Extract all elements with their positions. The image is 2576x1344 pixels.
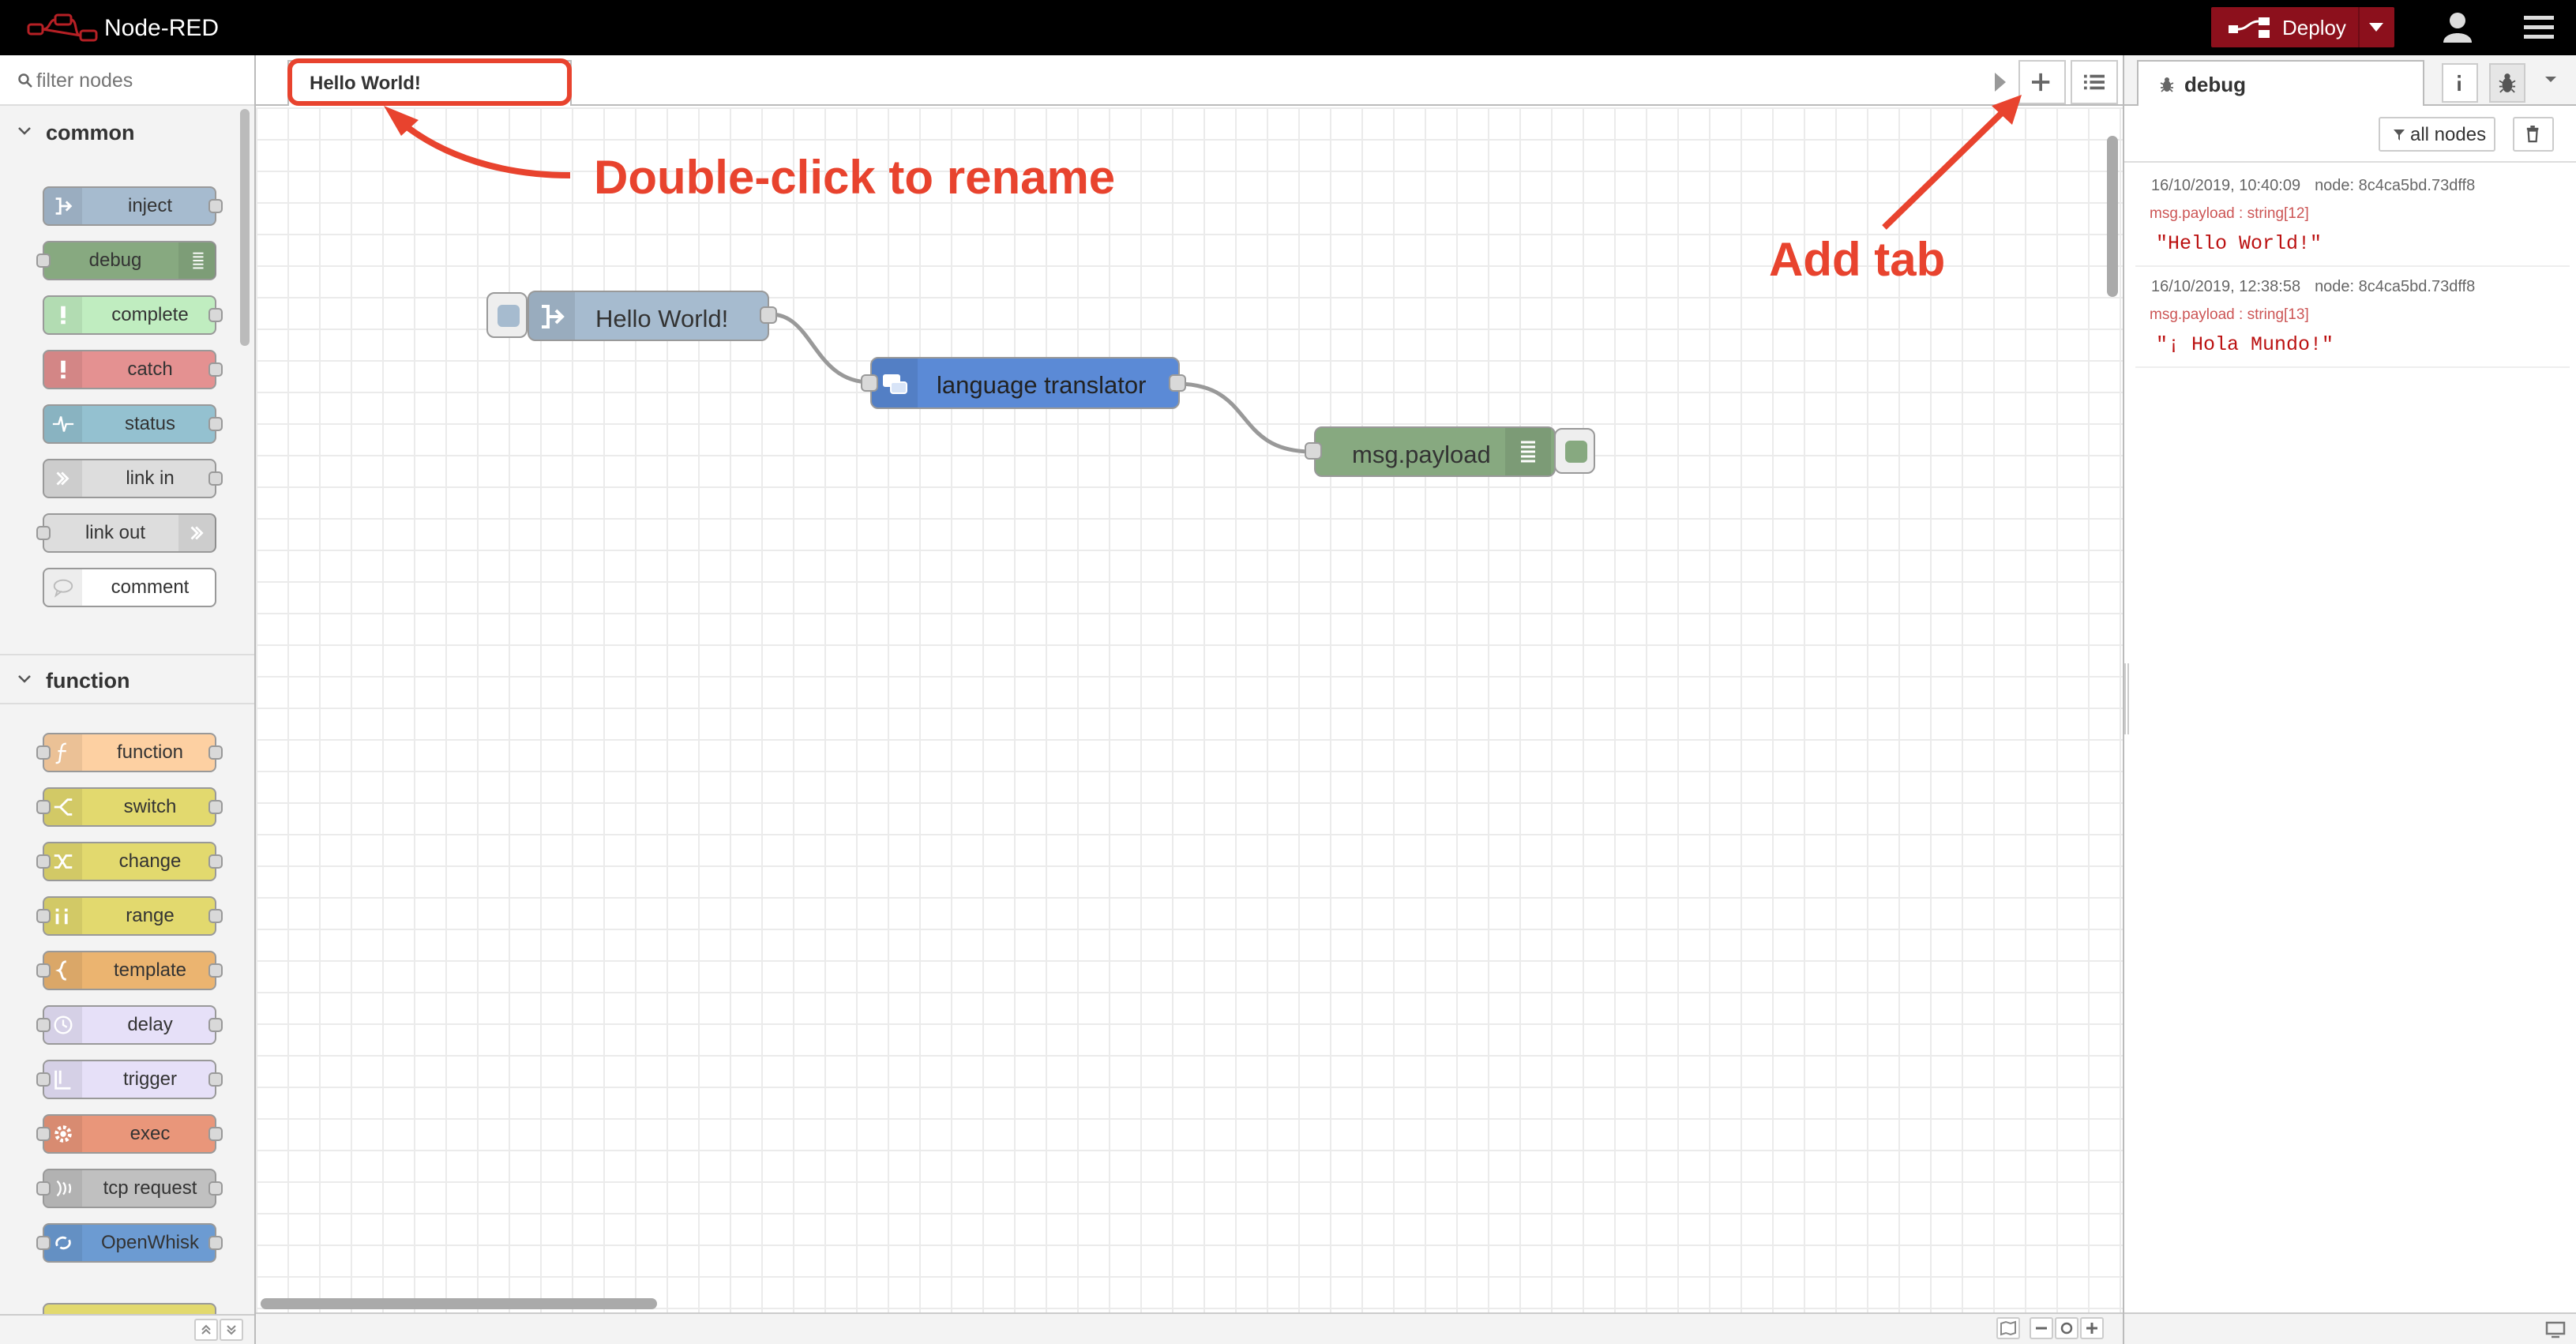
canvas-horizontal-scrollbar[interactable] xyxy=(261,1298,657,1309)
minus-icon xyxy=(2036,1327,2047,1330)
rename-annotation: Double-click to rename xyxy=(594,151,1116,204)
caret-down-icon[interactable] xyxy=(2543,74,2559,85)
zoom-in-button[interactable] xyxy=(2080,1317,2104,1339)
output-port[interactable] xyxy=(1169,374,1186,392)
inject-trigger-button[interactable] xyxy=(486,292,528,338)
debug-tab-button[interactable] xyxy=(2489,63,2525,103)
info-icon xyxy=(2458,74,2461,92)
circle-icon xyxy=(2060,1322,2073,1335)
filter-all-nodes-button[interactable]: all nodes xyxy=(2379,117,2495,152)
message-node-id[interactable]: node: 8c4ca5bd.73dff8 xyxy=(2315,278,2475,295)
message-value[interactable]: "Hello World!" xyxy=(2156,232,2322,255)
message-meta: 16/10/2019, 12:38:58 node: 8c4ca5bd.73dff… xyxy=(2151,278,2475,296)
filter-label: all nodes xyxy=(2410,124,2487,145)
tab-debug[interactable]: debug xyxy=(2137,60,2424,106)
sidebar-footer xyxy=(2124,1312,2576,1344)
monitor-icon[interactable] xyxy=(2544,1320,2567,1339)
input-port[interactable] xyxy=(861,374,878,392)
flow-node-language-translator[interactable]: language translator xyxy=(870,357,1180,409)
message-topic: msg.payload : string[12] xyxy=(2150,205,2309,222)
arrow-in-icon xyxy=(529,292,575,340)
output-port[interactable] xyxy=(760,306,777,324)
message-meta: 16/10/2019, 10:40:09 node: 8c4ca5bd.73dff… xyxy=(2151,177,2475,195)
zoom-reset-button[interactable] xyxy=(2055,1317,2078,1339)
flow-node-label: language translator xyxy=(937,371,1147,399)
message-node-id[interactable]: node: 8c4ca5bd.73dff8 xyxy=(2315,177,2475,194)
add-tab-annotation: Add tab xyxy=(1769,233,1946,286)
message-timestamp: 16/10/2019, 10:40:09 xyxy=(2151,177,2301,194)
clear-log-button[interactable] xyxy=(2513,117,2554,152)
debug-message[interactable]: 16/10/2019, 10:40:09 node: 8c4ca5bd.73dff… xyxy=(2135,167,2570,267)
list-icon xyxy=(1505,428,1551,475)
message-topic: msg.payload : string[13] xyxy=(2150,306,2309,323)
bug-icon xyxy=(2160,77,2174,92)
debug-toggle-button[interactable] xyxy=(1554,428,1595,474)
bug-icon xyxy=(2499,73,2516,93)
sidebar-resize-handle[interactable] xyxy=(2124,663,2129,734)
message-timestamp: 16/10/2019, 12:38:58 xyxy=(2151,278,2301,295)
trash-icon xyxy=(2526,126,2539,143)
info-tab-button[interactable] xyxy=(2442,63,2478,103)
message-value[interactable]: "¡ Hola Mundo!" xyxy=(2156,333,2334,356)
flow-node-debug[interactable]: msg.payload xyxy=(1314,426,1556,477)
translator-icon xyxy=(872,359,918,407)
navigator-button[interactable] xyxy=(1996,1317,2020,1339)
filter-icon xyxy=(2394,130,2405,141)
debug-message[interactable]: 16/10/2019, 12:38:58 node: 8c4ca5bd.73dff… xyxy=(2135,268,2570,368)
input-port[interactable] xyxy=(1305,442,1322,460)
flow-node-label: Hello World! xyxy=(595,305,729,332)
map-icon xyxy=(2000,1320,2016,1336)
flow-node-label: msg.payload xyxy=(1352,441,1491,468)
canvas-vertical-scrollbar[interactable] xyxy=(2107,136,2118,297)
tab-label: debug xyxy=(2184,73,2246,96)
plus-icon xyxy=(2086,1323,2097,1334)
flow-node-inject[interactable]: Hello World! xyxy=(528,291,769,341)
debug-toolbar xyxy=(2124,107,2576,163)
workspace-footer xyxy=(256,1312,2123,1344)
zoom-out-button[interactable] xyxy=(2030,1317,2053,1339)
